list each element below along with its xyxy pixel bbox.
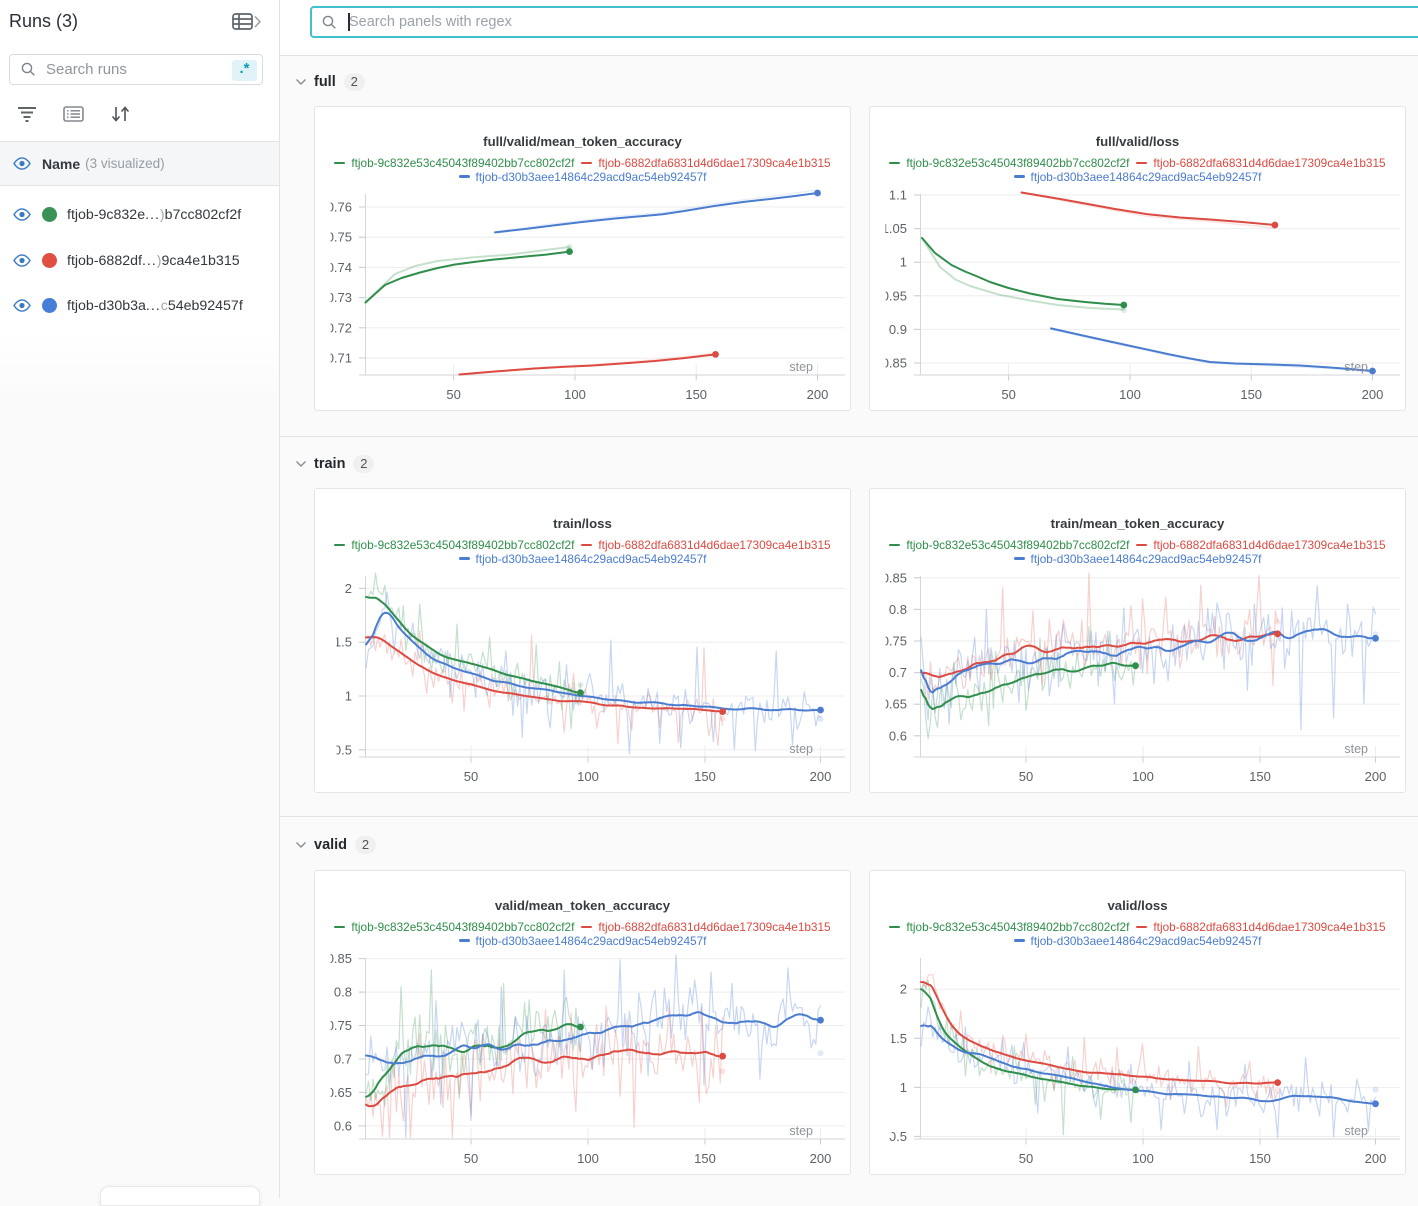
- svg-text:100: 100: [1119, 387, 1141, 402]
- svg-text:step: step: [789, 1124, 813, 1138]
- svg-text:200: 200: [1365, 1151, 1387, 1166]
- svg-text:2: 2: [345, 581, 352, 596]
- svg-text:100: 100: [564, 387, 586, 402]
- svg-text:1.1: 1.1: [889, 188, 907, 203]
- svg-text:step: step: [1344, 1124, 1368, 1138]
- svg-text:100: 100: [577, 769, 599, 784]
- svg-text:150: 150: [1240, 387, 1262, 402]
- svg-text:200: 200: [810, 769, 832, 784]
- svg-text:200: 200: [1365, 769, 1387, 784]
- svg-text:200: 200: [1362, 387, 1384, 402]
- svg-text:1.5: 1.5: [334, 635, 352, 650]
- svg-text:200: 200: [807, 387, 829, 402]
- svg-text:100: 100: [577, 1151, 599, 1166]
- svg-text:0.7: 0.7: [889, 665, 907, 680]
- svg-text:150: 150: [1249, 1151, 1271, 1166]
- svg-text:100: 100: [1132, 1151, 1154, 1166]
- svg-text:step: step: [1344, 742, 1368, 756]
- svg-text:2: 2: [900, 982, 907, 997]
- svg-text:step: step: [1344, 360, 1368, 374]
- svg-text:200: 200: [810, 1151, 832, 1166]
- svg-text:0.7: 0.7: [334, 1052, 352, 1067]
- svg-text:0.8: 0.8: [334, 985, 352, 1000]
- svg-text:1: 1: [900, 1080, 907, 1095]
- svg-text:0.6: 0.6: [334, 1118, 352, 1133]
- svg-text:step: step: [789, 742, 813, 756]
- svg-text:0.5: 0.5: [889, 1129, 907, 1144]
- svg-text:100: 100: [1132, 769, 1154, 784]
- svg-text:50: 50: [1019, 1151, 1033, 1166]
- svg-text:50: 50: [464, 769, 478, 784]
- svg-text:50: 50: [1001, 387, 1015, 402]
- svg-text:50: 50: [446, 387, 460, 402]
- svg-text:150: 150: [685, 387, 707, 402]
- svg-text:0.5: 0.5: [334, 742, 352, 757]
- svg-text:0.8: 0.8: [889, 602, 907, 617]
- svg-text:150: 150: [1249, 769, 1271, 784]
- svg-text:50: 50: [464, 1151, 478, 1166]
- svg-text:150: 150: [694, 769, 716, 784]
- svg-text:step: step: [789, 360, 813, 374]
- svg-text:150: 150: [694, 1151, 716, 1166]
- svg-text:50: 50: [1019, 769, 1033, 784]
- svg-text:1: 1: [345, 689, 352, 704]
- svg-text:1.5: 1.5: [889, 1031, 907, 1046]
- svg-text:0.9: 0.9: [889, 322, 907, 337]
- svg-text:1: 1: [900, 255, 907, 270]
- svg-text:0.6: 0.6: [889, 728, 907, 743]
